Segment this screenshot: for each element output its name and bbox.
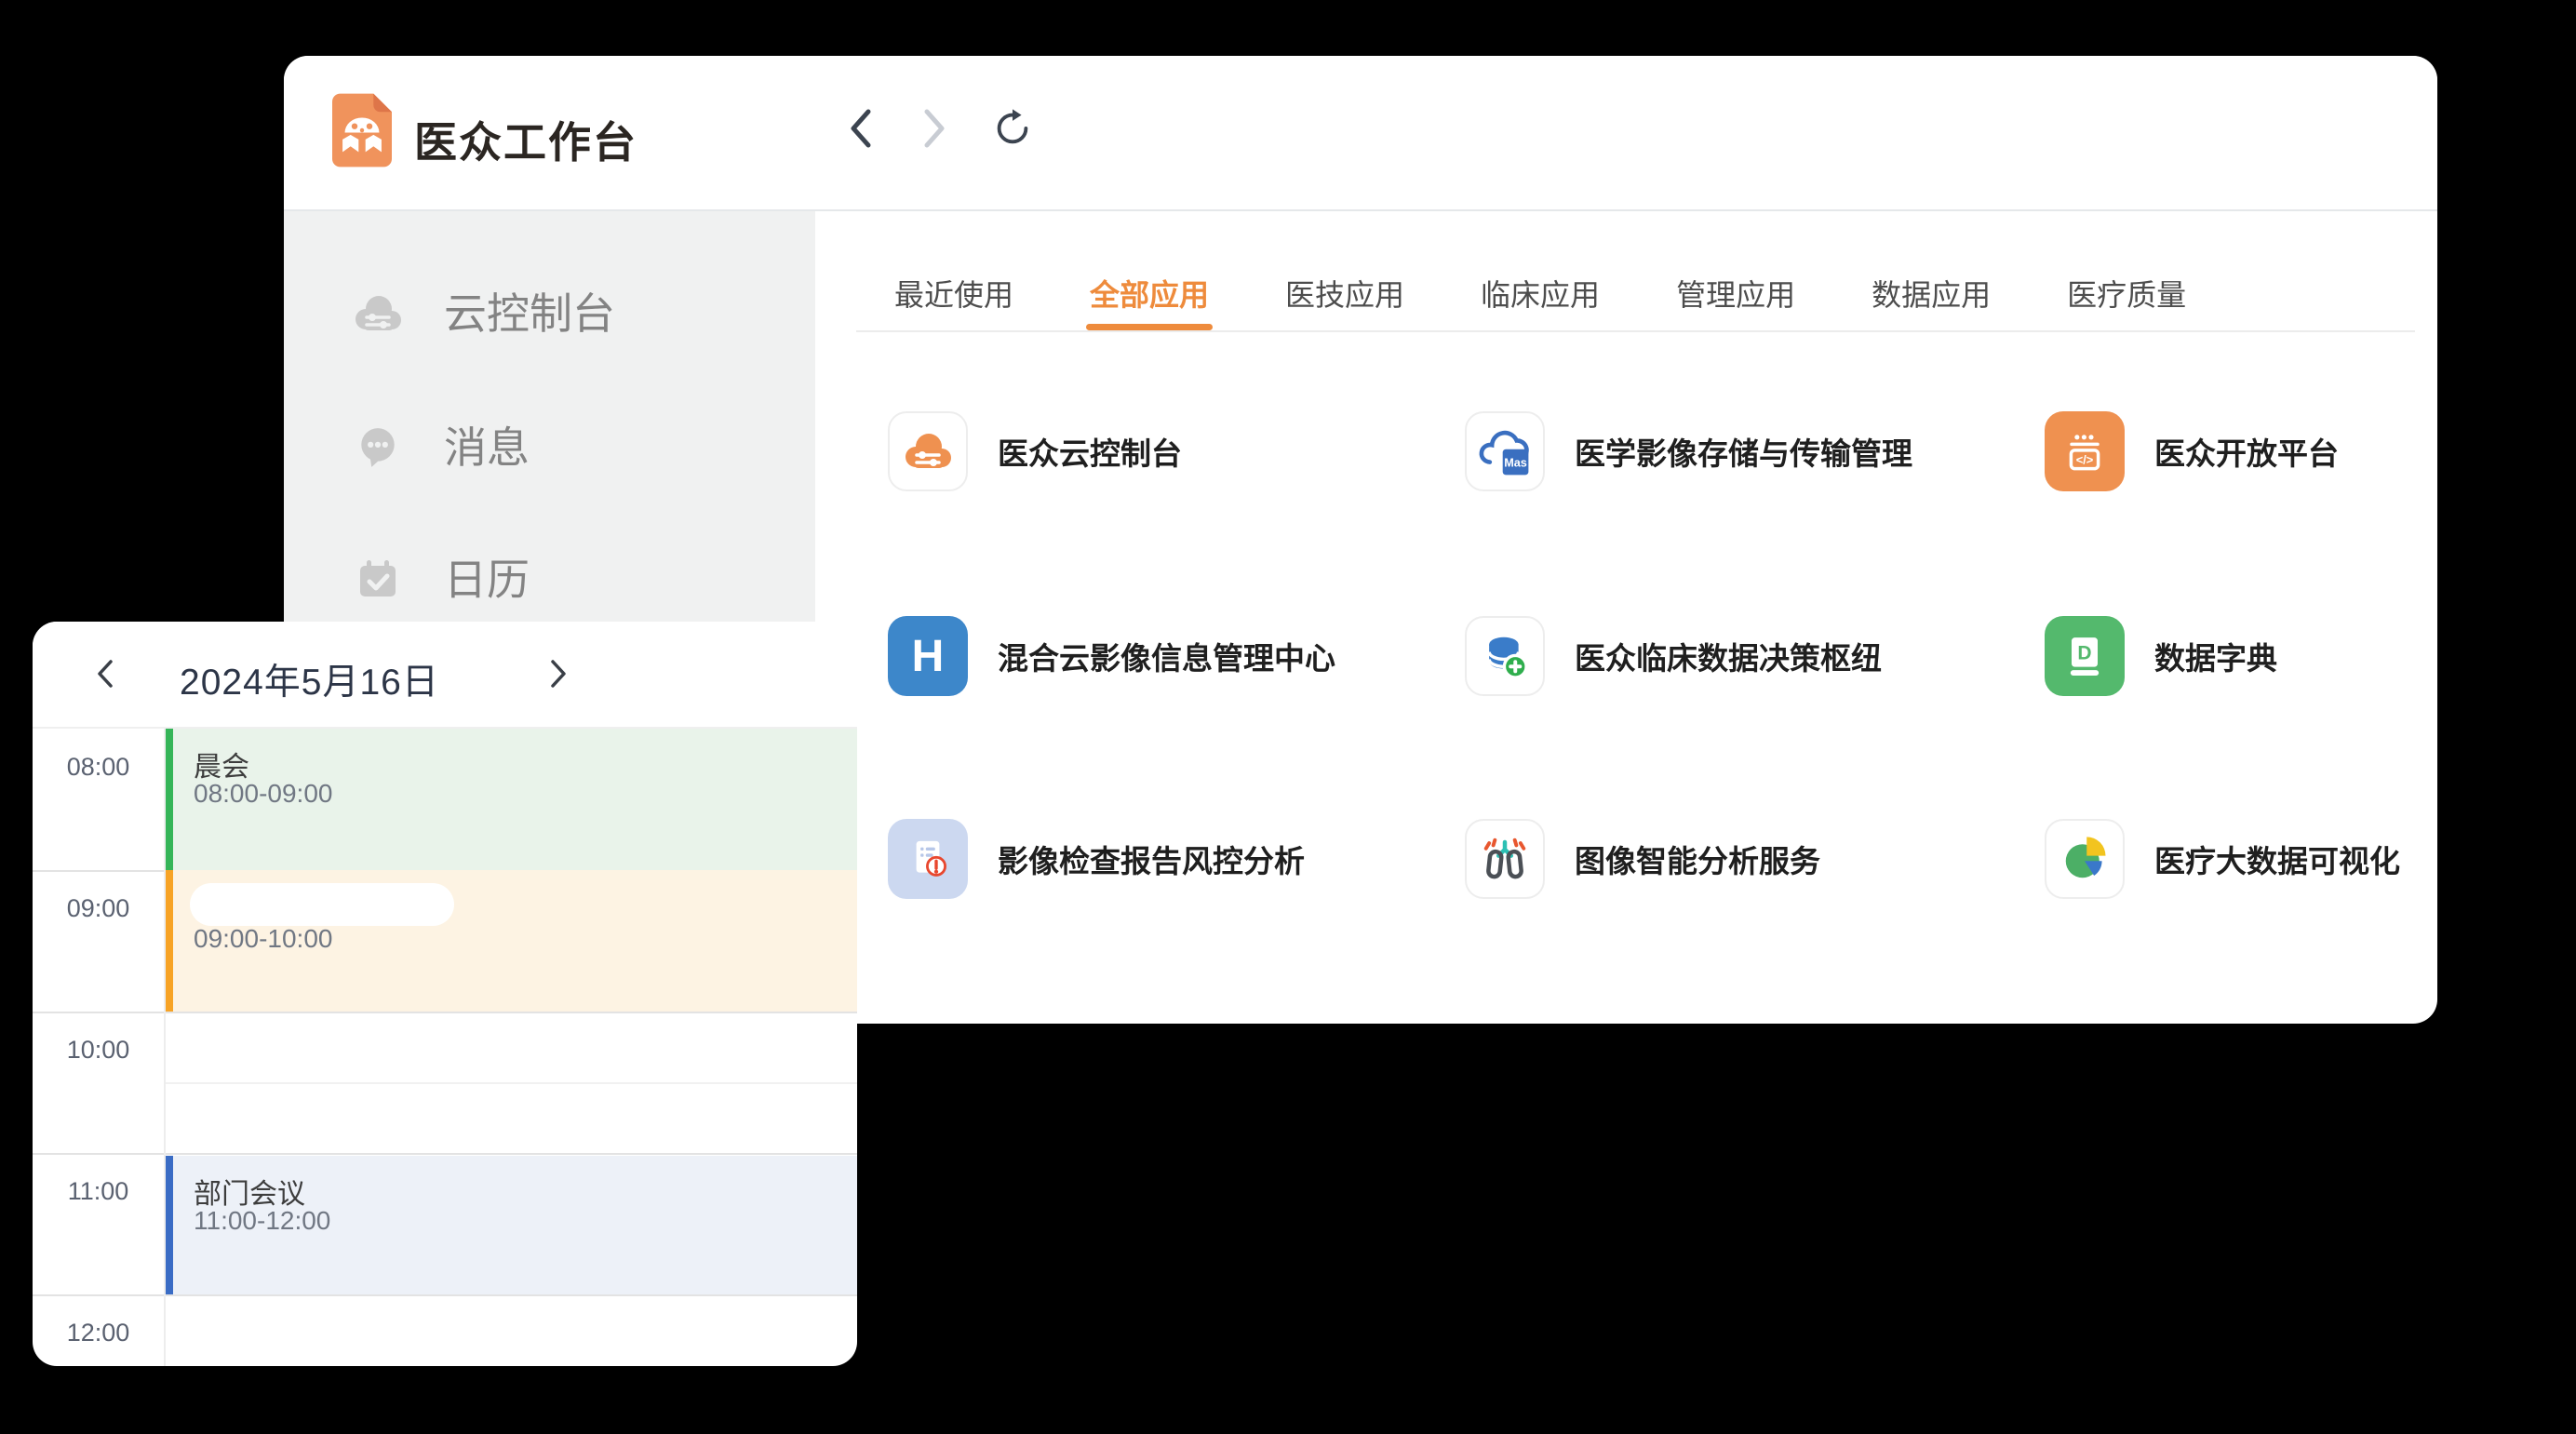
clinical-database-icon bbox=[1465, 616, 1545, 696]
sidebar-item-messages[interactable]: 消息 bbox=[284, 406, 815, 489]
page-title: 医众工作台 bbox=[414, 109, 637, 170]
open-platform-icon: </> bbox=[2045, 411, 2125, 491]
calendar-event-morning-meeting[interactable]: 晨会 08:00-09:00 bbox=[166, 729, 857, 870]
time-gutter-border bbox=[164, 729, 166, 1366]
event-time: 09:00-10:00 bbox=[194, 924, 332, 954]
tab-data-apps[interactable]: 数据应用 bbox=[1872, 279, 1991, 330]
hour-line bbox=[33, 1012, 857, 1013]
data-dictionary-icon: D bbox=[2045, 616, 2125, 696]
tabs-divider bbox=[856, 330, 2415, 332]
chevron-right-icon bbox=[922, 108, 946, 149]
calendar-check-icon bbox=[351, 538, 405, 622]
app-item-clinical-data-hub[interactable]: 医众临床数据决策枢纽 bbox=[1465, 616, 1882, 696]
tab-all-apps[interactable]: 全部应用 bbox=[1090, 279, 1209, 330]
event-time: 08:00-09:00 bbox=[194, 779, 332, 809]
hour-line bbox=[33, 1153, 857, 1155]
calendar-header: 2024年5月16日 bbox=[33, 622, 857, 729]
redacted-event-title bbox=[190, 883, 454, 926]
calendar-panel: 2024年5月16日 晨会 08:00-09:00 bbox=[33, 622, 857, 1366]
tab-management-apps[interactable]: 管理应用 bbox=[1676, 279, 1795, 330]
message-icon bbox=[351, 406, 405, 489]
calendar-next-button[interactable] bbox=[540, 653, 577, 694]
time-label: 12:00 bbox=[33, 1319, 164, 1347]
pie-chart-icon bbox=[2045, 819, 2125, 899]
back-button[interactable] bbox=[839, 107, 882, 150]
time-label: 11:00 bbox=[33, 1177, 164, 1206]
calendar-event-redacted[interactable]: 09:00-10:00 bbox=[166, 870, 857, 1012]
calendar-event-department-meeting[interactable]: 部门会议 11:00-12:00 bbox=[166, 1156, 857, 1294]
screen: 医众工作台 bbox=[0, 0, 2576, 1434]
app-label: 医众云控制台 bbox=[998, 429, 1182, 474]
sidebar-item-cloud-console[interactable]: 云控制台 bbox=[284, 272, 815, 355]
chevron-left-icon bbox=[849, 108, 873, 149]
svg-text:</>: </> bbox=[2076, 452, 2094, 466]
lungs-icon bbox=[1465, 819, 1545, 899]
app-label: 医学影像存储与传输管理 bbox=[1575, 429, 1912, 474]
app-item-image-analysis[interactable]: 图像智能分析服务 bbox=[1465, 819, 1820, 899]
refresh-icon bbox=[991, 106, 1034, 149]
calendar-date: 2024年5月16日 bbox=[180, 653, 439, 705]
window-header: 医众工作台 bbox=[284, 56, 2437, 209]
sidebar-item-label: 日历 bbox=[444, 538, 530, 622]
tab-recent[interactable]: 最近使用 bbox=[894, 279, 1013, 330]
app-label: 影像检查报告风控分析 bbox=[998, 837, 1305, 881]
time-label: 09:00 bbox=[33, 894, 164, 923]
app-label: 数据字典 bbox=[2154, 634, 2277, 678]
app-item-image-storage[interactable]: Mas 医学影像存储与传输管理 bbox=[1465, 411, 1912, 491]
hybrid-cloud-icon: H bbox=[888, 616, 968, 696]
app-item-cloud-console[interactable]: 医众云控制台 bbox=[888, 411, 1182, 491]
app-item-open-platform[interactable]: </> 医众开放平台 bbox=[2045, 411, 2339, 491]
app-item-big-data-visualization[interactable]: 医疗大数据可视化 bbox=[2045, 819, 2400, 899]
tab-clinical-apps[interactable]: 临床应用 bbox=[1481, 279, 1600, 330]
sidebar-item-calendar[interactable]: 日历 bbox=[284, 538, 815, 622]
tab-quality[interactable]: 医疗质量 bbox=[2067, 279, 2186, 330]
svg-text:D: D bbox=[2077, 643, 2091, 664]
app-label: 医疗大数据可视化 bbox=[2154, 837, 2400, 881]
app-label: 医众开放平台 bbox=[2154, 429, 2339, 474]
chevron-right-icon bbox=[548, 659, 569, 689]
sidebar-item-label: 消息 bbox=[444, 406, 530, 489]
refresh-button[interactable] bbox=[991, 106, 1034, 149]
time-label: 10:00 bbox=[33, 1036, 164, 1065]
cloud-settings-icon bbox=[888, 411, 968, 491]
chevron-left-icon bbox=[95, 659, 115, 689]
app-label: 医众临床数据决策枢纽 bbox=[1575, 634, 1882, 678]
app-label: 图像智能分析服务 bbox=[1575, 837, 1820, 881]
calendar-body: 晨会 08:00-09:00 09:00-10:00 部门会议 11:00-12… bbox=[33, 729, 857, 1366]
app-item-report-risk-analysis[interactable]: 影像检查报告风控分析 bbox=[888, 819, 1305, 899]
calendar-prev-button[interactable] bbox=[87, 653, 124, 694]
forward-button[interactable] bbox=[913, 107, 956, 150]
app-label: 混合云影像信息管理中心 bbox=[998, 634, 1335, 678]
time-label: 08:00 bbox=[33, 753, 164, 782]
sidebar-item-label: 云控制台 bbox=[444, 272, 615, 355]
hour-line bbox=[33, 1294, 857, 1296]
app-logo-icon bbox=[332, 93, 392, 168]
svg-text:Mas: Mas bbox=[1504, 457, 1527, 470]
report-risk-icon bbox=[888, 819, 968, 899]
tab-medtech-apps[interactable]: 医技应用 bbox=[1285, 279, 1404, 330]
cloud-storage-icon: Mas bbox=[1465, 411, 1545, 491]
app-item-hybrid-cloud-center[interactable]: H 混合云影像信息管理中心 bbox=[888, 616, 1335, 696]
half-hour-line bbox=[166, 1082, 857, 1084]
event-time: 11:00-12:00 bbox=[194, 1206, 330, 1236]
tab-bar: 最近使用 全部应用 医技应用 临床应用 管理应用 数据应用 医疗质量 bbox=[894, 279, 2186, 330]
app-item-data-dictionary[interactable]: D 数据字典 bbox=[2045, 616, 2277, 696]
cloud-settings-icon bbox=[351, 272, 405, 355]
